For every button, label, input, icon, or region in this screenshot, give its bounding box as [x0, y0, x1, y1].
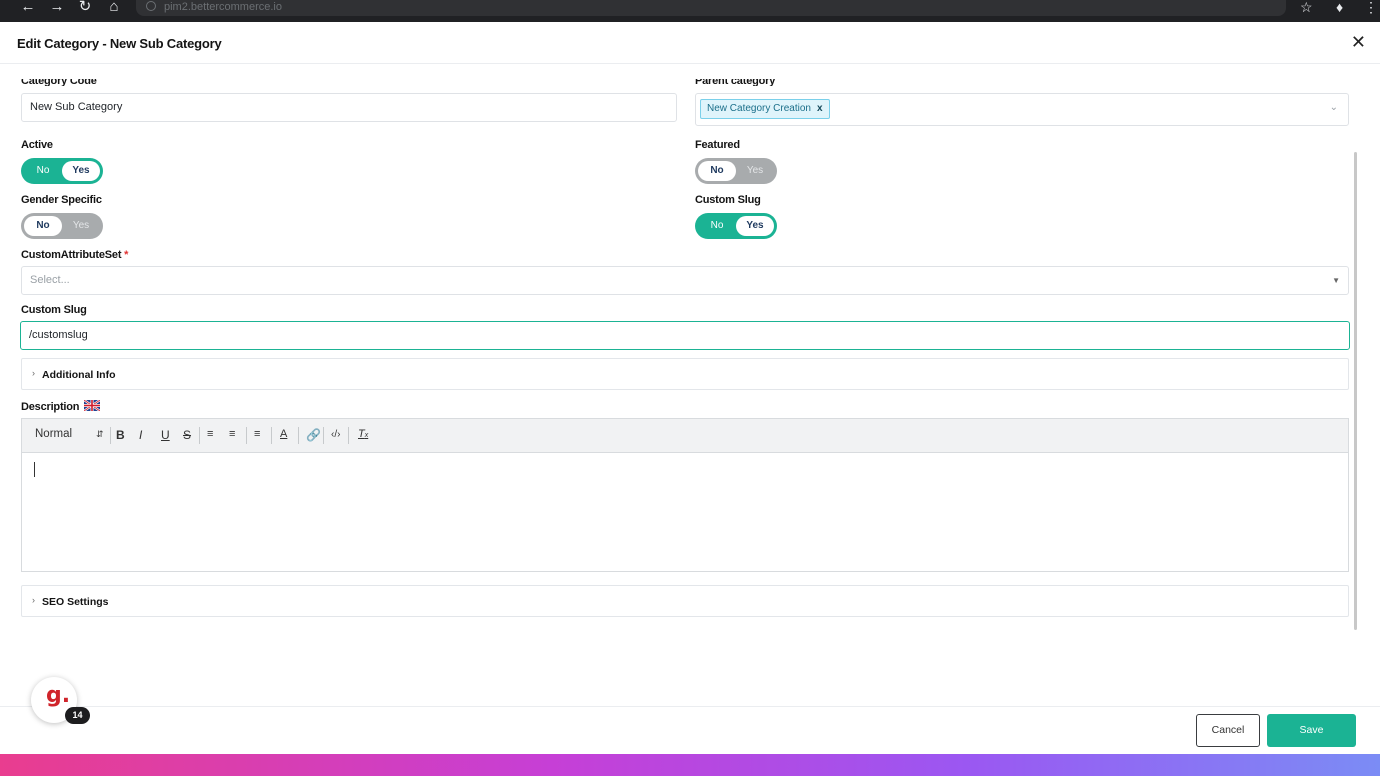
parent-category-select[interactable]: New Category Creation x ⌄ — [695, 93, 1349, 126]
align-icon[interactable]: ≡ — [254, 428, 260, 440]
gender-specific-label: Gender Specific — [21, 194, 102, 206]
required-marker: * — [124, 249, 129, 261]
cancel-button[interactable]: Cancel — [1196, 714, 1260, 747]
modal-footer — [0, 706, 1380, 754]
custom-attribute-set-label-text: CustomAttributeSet — [21, 249, 122, 261]
active-label: Active — [21, 139, 53, 151]
caret-down-icon[interactable]: ▼ — [1332, 267, 1340, 294]
extensions-puzzle-icon[interactable]: ♦ — [1336, 0, 1343, 14]
custom-slug-toggle-label: Custom Slug — [695, 194, 761, 206]
code-icon[interactable]: ‹/› — [331, 429, 340, 440]
chip-label: New Category Creation — [707, 103, 811, 114]
seo-settings-panel[interactable]: › SEO Settings — [21, 585, 1349, 617]
underline-icon[interactable]: U — [161, 428, 170, 442]
back-icon[interactable]: ← — [19, 0, 37, 14]
featured-no-option[interactable]: No — [698, 161, 736, 181]
bullet-list-icon[interactable]: ≡ — [229, 428, 235, 440]
custom-attribute-set-label: CustomAttributeSet * — [21, 249, 128, 261]
clear-format-icon[interactable]: Tx — [358, 428, 368, 440]
address-bar-text: pim2.bettercommerce.io — [164, 1, 282, 13]
description-label-text: Description — [21, 401, 80, 413]
featured-label: Featured — [695, 139, 740, 151]
toolbar-divider — [298, 427, 299, 444]
close-icon[interactable]: ✕ — [1351, 32, 1366, 53]
category-code-label: Category Code — [21, 79, 97, 86]
toolbar-divider — [271, 427, 272, 444]
additional-info-label: Additional Info — [42, 369, 116, 381]
chevron-right-icon: › — [32, 368, 35, 378]
notification-count-badge: 14 — [65, 707, 90, 724]
help-widget-button[interactable]: g. 14 — [31, 677, 90, 724]
parent-category-chip: New Category Creation x — [700, 99, 830, 119]
featured-yes-option[interactable]: Yes — [736, 161, 774, 181]
description-label: Description — [21, 399, 101, 413]
category-code-input[interactable]: New Sub Category — [21, 93, 677, 122]
toolbar-divider — [323, 427, 324, 444]
gender-yes-option[interactable]: Yes — [62, 216, 100, 236]
editor-toolbar: Normal ⇵ B I U S ≡ ≡ ≡ A 🔗 ‹/› Tx — [22, 419, 1348, 453]
format-select-value: Normal — [35, 428, 73, 440]
text-color-icon[interactable]: A — [280, 428, 287, 440]
toolbar-divider — [110, 427, 111, 444]
forward-icon[interactable]: → — [48, 0, 66, 14]
browser-menu-icon[interactable]: ⋮ — [1364, 0, 1378, 14]
ordered-list-icon[interactable]: ≡ — [207, 428, 213, 440]
custom-slug-value: /customslug — [29, 329, 88, 341]
active-toggle[interactable]: No Yes — [21, 158, 103, 184]
seo-settings-label: SEO Settings — [42, 596, 109, 608]
chevron-right-icon: › — [32, 595, 35, 605]
toolbar-divider — [348, 427, 349, 444]
parent-category-label: Parent category — [695, 79, 776, 86]
custom-slug-no-option[interactable]: No — [698, 216, 736, 236]
scrollbar[interactable] — [1354, 152, 1357, 630]
save-button[interactable]: Save — [1267, 714, 1356, 747]
chip-remove-icon[interactable]: x — [817, 103, 823, 114]
gender-specific-toggle[interactable]: No Yes — [21, 213, 103, 239]
uk-flag-icon — [83, 399, 101, 412]
active-no-option[interactable]: No — [24, 161, 62, 181]
custom-slug-input[interactable]: /customslug — [20, 321, 1350, 350]
custom-attribute-set-placeholder: Select... — [30, 274, 70, 286]
link-icon[interactable]: 🔗 — [306, 428, 321, 442]
home-icon[interactable]: ⌂ — [105, 0, 123, 14]
toolbar-divider — [246, 427, 247, 444]
custom-attribute-set-select[interactable]: Select... ▼ — [21, 266, 1349, 295]
chevron-down-icon[interactable]: ⌄ — [1330, 102, 1338, 113]
strikethrough-icon[interactable]: S — [183, 428, 191, 442]
browser-toolbar: ← → ↻ ⌂ pim2.bettercommerce.io ☆ ♦ ⋮ — [0, 0, 1380, 22]
reload-icon[interactable]: ↻ — [76, 0, 94, 14]
description-editor[interactable]: Normal ⇵ B I U S ≡ ≡ ≡ A 🔗 ‹/› Tx — [21, 418, 1349, 572]
bookmark-star-icon[interactable]: ☆ — [1300, 0, 1313, 14]
text-cursor — [34, 462, 35, 477]
gender-no-option[interactable]: No — [24, 216, 62, 236]
format-select-arrows-icon[interactable]: ⇵ — [96, 429, 104, 440]
gradient-footer-bar — [0, 754, 1380, 776]
italic-icon[interactable]: I — [139, 428, 142, 442]
address-bar[interactable]: pim2.bettercommerce.io — [136, 0, 1286, 16]
globe-icon — [146, 1, 156, 11]
custom-slug-yes-option[interactable]: Yes — [736, 216, 774, 236]
custom-slug-toggle[interactable]: No Yes — [695, 213, 777, 239]
featured-toggle[interactable]: No Yes — [695, 158, 777, 184]
toolbar-divider — [199, 427, 200, 444]
category-code-value: New Sub Category — [30, 101, 123, 113]
additional-info-panel[interactable]: › Additional Info — [21, 358, 1349, 390]
format-select[interactable]: Normal — [35, 428, 72, 440]
active-yes-option[interactable]: Yes — [62, 161, 100, 181]
custom-slug-label: Custom Slug — [21, 304, 87, 316]
bold-icon[interactable]: B — [116, 428, 125, 442]
modal-title: Edit Category - New Sub Category — [17, 36, 222, 51]
modal-header: Edit Category - New Sub Category ✕ — [0, 22, 1380, 64]
help-widget-logo: g. — [46, 683, 71, 708]
